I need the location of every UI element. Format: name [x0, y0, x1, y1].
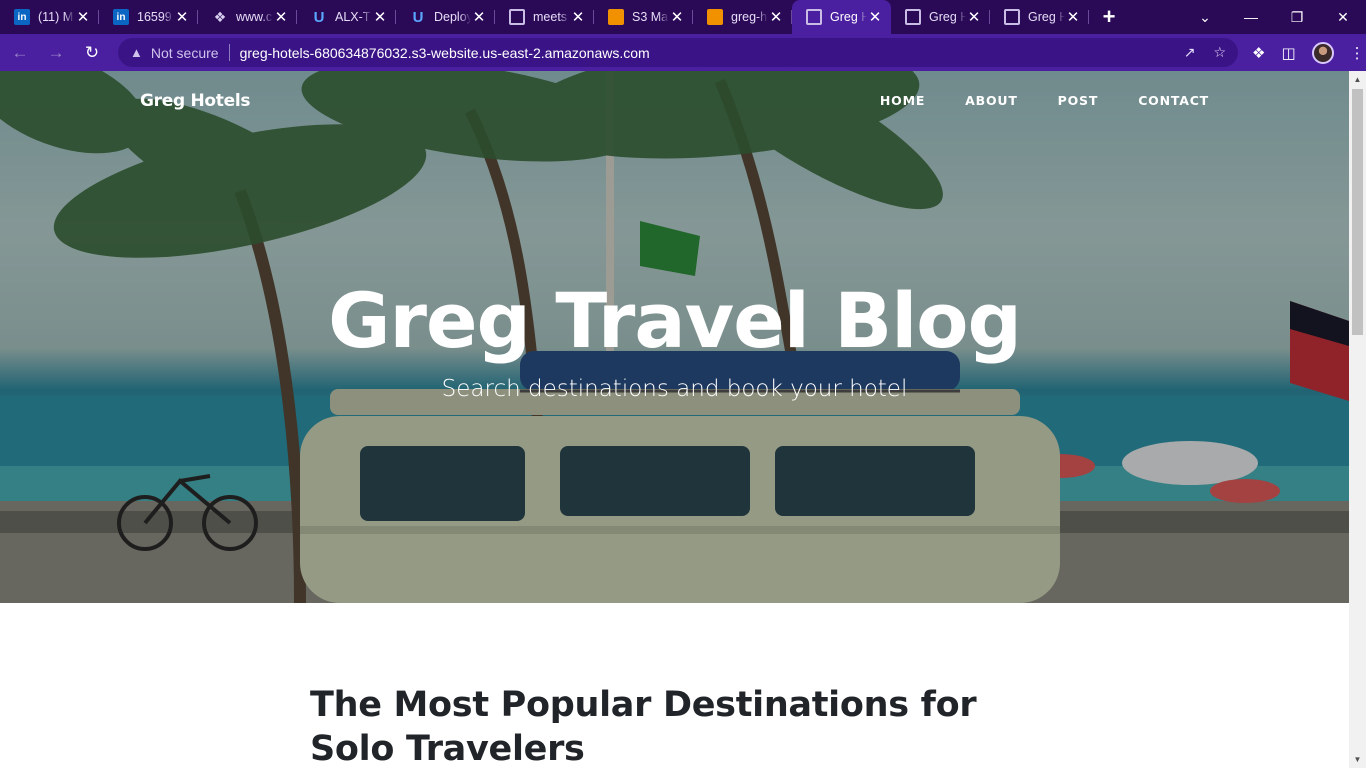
url-text[interactable]: greg-hotels-680634876032.s3-website.us-e… — [240, 45, 650, 61]
tab-close-icon[interactable]: ✕ — [471, 9, 487, 26]
tab-title: Greg H — [929, 10, 966, 24]
nav-about-link[interactable]: ABOUT — [965, 93, 1018, 108]
link-icon: ❖ — [213, 8, 227, 25]
omnibox-divider — [228, 44, 230, 61]
extensions-puzzle-icon[interactable]: ❖ — [1252, 44, 1265, 62]
warning-triangle-icon[interactable]: ▲ — [130, 45, 143, 60]
tab-title: Deploy — [434, 10, 471, 24]
restore-button[interactable]: ❐ — [1274, 9, 1320, 26]
browser-tab[interactable]: Greg H ✕ — [891, 0, 990, 34]
browser-tab[interactable]: in 16599 ✕ — [99, 0, 198, 34]
page-scrollbar[interactable]: ▲ ▼ — [1349, 71, 1366, 768]
tab-list: in (11) M ✕ in 16599 ✕ ❖ www.c ✕ U ALX-T ✕ U Deploy ✕ m… — [0, 0, 1089, 34]
globe-icon — [1004, 9, 1020, 25]
globe-icon — [905, 9, 921, 25]
scroll-down-arrow-icon[interactable]: ▼ — [1349, 751, 1366, 768]
linkedin-icon: in — [14, 9, 30, 25]
web-page: Greg Hotels HOME ABOUT POST CONTACT Greg… — [0, 71, 1349, 768]
menu-kebab-icon[interactable]: ⋮ — [1350, 44, 1365, 62]
aws-icon — [707, 9, 723, 25]
browser-toolbar: ← → ↻ ▲ Not secure greg-hotels-680634876… — [0, 34, 1366, 71]
post-title-link[interactable]: The Most Popular Destinations for Solo T… — [310, 683, 1070, 768]
tab-title: ALX-T — [335, 10, 371, 24]
new-tab-button[interactable]: + — [1089, 0, 1129, 34]
browser-tab[interactable]: meets ✕ — [495, 0, 594, 34]
browser-tab[interactable]: ❖ www.c ✕ — [198, 0, 297, 34]
tab-close-icon[interactable]: ✕ — [174, 9, 190, 26]
tab-title: greg-h — [731, 10, 768, 24]
tab-close-icon[interactable]: ✕ — [372, 9, 388, 26]
browser-tab[interactable]: U ALX-T ✕ — [297, 0, 396, 34]
tab-title: Greg H — [830, 10, 867, 24]
tab-title: (11) M — [38, 10, 74, 24]
globe-icon — [509, 9, 525, 25]
nav-contact-link[interactable]: CONTACT — [1138, 93, 1209, 108]
aws-icon — [608, 9, 624, 25]
u-icon: U — [412, 8, 424, 26]
scroll-up-arrow-icon[interactable]: ▲ — [1349, 71, 1366, 88]
hero-banner: Greg Hotels HOME ABOUT POST CONTACT Greg… — [0, 71, 1349, 603]
close-window-button[interactable]: ✕ — [1320, 9, 1366, 26]
browser-tab[interactable]: greg-h ✕ — [693, 0, 792, 34]
tab-close-icon[interactable]: ✕ — [1065, 9, 1081, 26]
bookmark-star-icon[interactable]: ☆ — [1213, 44, 1226, 61]
browser-tab[interactable]: Greg H ✕ — [990, 0, 1089, 34]
hero-title: Greg Travel Blog — [328, 276, 1022, 365]
tab-close-icon[interactable]: ✕ — [966, 9, 982, 26]
tab-title: www.c — [236, 10, 273, 24]
forward-button[interactable]: → — [40, 37, 72, 69]
profile-avatar[interactable] — [1311, 41, 1334, 64]
tab-close-icon[interactable]: ✕ — [669, 9, 685, 26]
share-icon[interactable]: ↗ — [1184, 44, 1196, 61]
globe-icon — [806, 9, 822, 25]
nav-post-link[interactable]: POST — [1058, 93, 1099, 108]
tab-close-icon[interactable]: ✕ — [273, 9, 289, 26]
site-brand-logo[interactable]: Greg Hotels — [140, 91, 250, 111]
browser-tab-strip: in (11) M ✕ in 16599 ✕ ❖ www.c ✕ U ALX-T ✕ U Deploy ✕ m… — [0, 0, 1366, 34]
tab-close-icon[interactable]: ✕ — [570, 9, 586, 26]
tab-title: meets — [533, 10, 568, 24]
window-controls: ⌄ — ❐ ✕ — [1182, 0, 1366, 34]
tab-title: Greg H — [1028, 10, 1065, 24]
side-panel-icon[interactable]: ◫ — [1281, 44, 1295, 62]
tab-title: S3 Ma — [632, 10, 669, 24]
reload-button[interactable]: ↻ — [76, 37, 108, 69]
tab-close-icon[interactable]: ✕ — [768, 9, 784, 26]
tab-search-icon[interactable]: ⌄ — [1182, 9, 1228, 26]
scrollbar-thumb[interactable] — [1352, 89, 1363, 335]
linkedin-icon: in — [113, 9, 129, 25]
nav-home-link[interactable]: HOME — [880, 93, 925, 108]
tab-close-icon[interactable]: ✕ — [867, 9, 883, 26]
u-icon: U — [313, 8, 325, 26]
browser-tab[interactable]: Greg H ✕ — [792, 0, 891, 34]
main-navigation: HOME ABOUT POST CONTACT — [880, 93, 1209, 108]
browser-tab[interactable]: S3 Ma ✕ — [594, 0, 693, 34]
minimize-button[interactable]: — — [1228, 9, 1274, 25]
address-bar[interactable]: ▲ Not secure greg-hotels-680634876032.s3… — [118, 38, 1238, 67]
security-label[interactable]: Not secure — [151, 45, 219, 61]
back-button[interactable]: ← — [4, 37, 36, 69]
hero-subtitle: Search destinations and book your hotel — [441, 376, 908, 402]
browser-tab[interactable]: in (11) M ✕ — [0, 0, 99, 34]
tab-title: 16599 — [137, 10, 172, 24]
browser-tab[interactable]: U Deploy ✕ — [396, 0, 495, 34]
tab-close-icon[interactable]: ✕ — [75, 9, 91, 26]
